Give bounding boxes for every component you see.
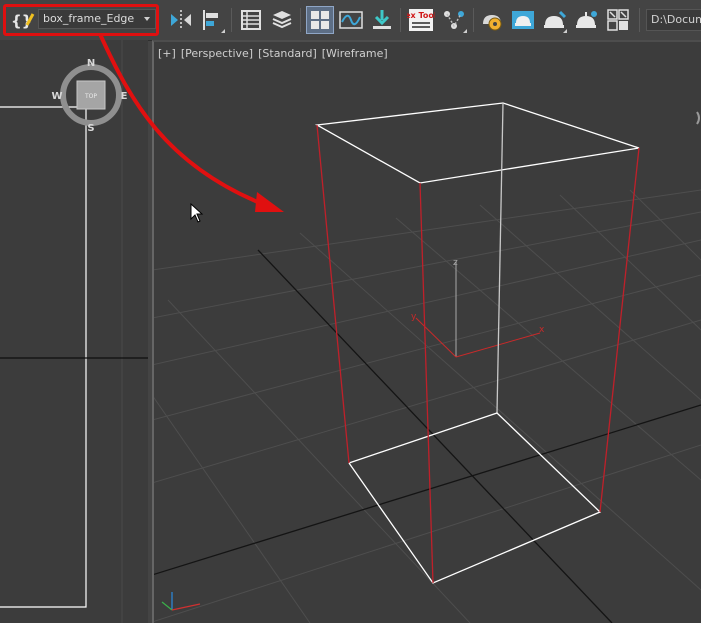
rendered-frame-window-icon[interactable] xyxy=(509,6,537,34)
compass-east-label: E xyxy=(121,91,128,102)
perspective-viewport[interactable]: x y z [+] [Perspective] [Standard] [Wirefra… xyxy=(152,40,701,623)
viewport-shading-style-menu[interactable]: [Standard] xyxy=(258,47,317,60)
mirror-icon[interactable] xyxy=(167,6,195,34)
world-axis-tripod xyxy=(161,592,201,611)
flyout-corner-icon xyxy=(463,25,467,33)
render-production-icon[interactable] xyxy=(540,6,568,34)
pivot-gizmo: x y z xyxy=(411,258,545,358)
material-editor-icon[interactable] xyxy=(440,6,468,34)
gizmo-z-label: z xyxy=(453,258,458,268)
schematic-view-icon[interactable] xyxy=(368,6,396,34)
viewport-display-mode-menu[interactable]: [Wireframe] xyxy=(322,47,388,60)
back-vertical-edge[interactable] xyxy=(496,102,504,414)
compass-west-label: W xyxy=(51,91,62,102)
toolbar-separator xyxy=(231,8,232,32)
viewcube-edge-icon[interactable] xyxy=(696,111,700,125)
selected-edge-front[interactable] xyxy=(419,182,434,584)
toolbar-separator xyxy=(639,8,640,32)
toggle-layer-explorer-icon[interactable] xyxy=(268,6,296,34)
toolbar-separator xyxy=(400,8,401,32)
compass-north-label: N xyxy=(87,58,95,69)
selected-edge-left[interactable] xyxy=(316,124,350,464)
top-edges[interactable] xyxy=(314,102,640,184)
flyout-corner-icon xyxy=(563,25,567,33)
main-toolbar: {} box_frame_Edge ex Too D:\Docu xyxy=(0,0,701,41)
render-setup-icon[interactable] xyxy=(478,6,506,34)
perspective-grid xyxy=(154,189,701,623)
align-icon[interactable] xyxy=(198,6,226,34)
viewport-plus-menu[interactable]: [+] xyxy=(158,47,176,60)
render-environment-icon[interactable] xyxy=(604,6,632,34)
toggle-ribbon-icon[interactable] xyxy=(306,6,334,34)
tex-tools-icon[interactable]: Tex Tools xyxy=(407,6,435,34)
gizmo-x-label: x xyxy=(539,325,545,335)
left-viewport-top[interactable]: TOP N S W E xyxy=(0,40,148,623)
viewport-point-of-view-menu[interactable]: [Perspective] xyxy=(181,47,253,60)
top-view-canvas: TOP N S W E xyxy=(0,40,148,623)
tex-tools-label: Tex Tools xyxy=(407,11,435,20)
top-view-object-outline xyxy=(0,106,87,608)
toggle-scene-explorer-icon[interactable] xyxy=(237,6,265,34)
bottom-edges[interactable] xyxy=(348,412,602,584)
project-path-text: D:\Docume xyxy=(651,13,701,26)
viewcube-face-label: TOP xyxy=(84,93,97,100)
selected-edge-right[interactable] xyxy=(599,147,640,513)
viewcube[interactable]: TOP N S W E xyxy=(51,58,127,134)
curve-editor-icon[interactable] xyxy=(337,6,365,34)
toolbar-separator xyxy=(300,8,301,32)
flyout-corner-icon xyxy=(221,25,225,33)
toolbar-separator xyxy=(473,8,474,32)
perspective-canvas: x y z xyxy=(154,102,701,623)
viewport-label-menu: [+] [Perspective] [Standard] [Wireframe] xyxy=(158,47,393,60)
gizmo-y-label: y xyxy=(411,312,417,322)
annotation-highlight-box xyxy=(3,4,159,36)
render-iterative-icon[interactable] xyxy=(572,6,600,34)
compass-south-label: S xyxy=(87,123,94,134)
project-path-field[interactable]: D:\Docume xyxy=(646,9,701,31)
